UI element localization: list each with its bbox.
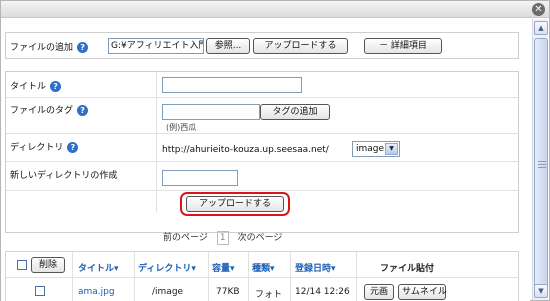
paste-original-button[interactable]: 元画 xyxy=(364,284,394,300)
row-checkbox[interactable] xyxy=(35,286,45,296)
tag-input[interactable] xyxy=(162,104,260,120)
grip-icon xyxy=(538,164,546,165)
help-icon[interactable]: ? xyxy=(77,105,89,116)
details-toggle-button[interactable]: － 詳細項目 xyxy=(364,38,442,54)
dialog-titlebar: ✕ xyxy=(1,1,549,18)
column-divider xyxy=(72,252,73,301)
directory-select[interactable]: image ▼ xyxy=(352,141,400,157)
column-divider xyxy=(156,72,157,212)
divider xyxy=(6,190,518,191)
column-header-paste: ファイル貼付 xyxy=(380,264,435,274)
column-header-size[interactable]: 容量▾ xyxy=(212,261,235,274)
divider xyxy=(6,161,518,162)
file-size: 77KB xyxy=(216,287,240,297)
column-header-directory[interactable]: ディレクトリ▾ xyxy=(138,261,196,274)
header-divider xyxy=(6,277,518,278)
pagination: 前のページ 1 次のページ xyxy=(163,230,282,245)
new-directory-label: 新しいディレクトリの作成 xyxy=(10,171,118,181)
scroll-down-icon[interactable]: ▼ xyxy=(534,284,548,298)
dialog-content: ファイルの追加? G:¥アフィリエイト入門¥ 参照... アップロードする － … xyxy=(1,19,530,301)
column-divider xyxy=(356,252,357,301)
column-header-title[interactable]: タイトル▾ xyxy=(78,261,119,274)
file-table: 削除 タイトル▾ ディレクトリ▾ 容量▾ 種類▾ 登録日時▾ ファイル貼付 am… xyxy=(5,251,519,301)
scrollbar-thumb[interactable] xyxy=(534,38,548,290)
column-header-date[interactable]: 登録日時▾ xyxy=(295,261,336,274)
grip-icon xyxy=(538,161,546,162)
directory-base-url: http://ahurieito-kouza.up.seesaa.net/ xyxy=(162,145,329,155)
divider xyxy=(6,97,518,98)
column-divider xyxy=(208,252,209,301)
file-type: フォト xyxy=(255,290,283,300)
divider xyxy=(6,133,518,134)
column-divider xyxy=(134,252,135,301)
file-date: 12/14 12:26 xyxy=(295,287,350,297)
scroll-up-icon[interactable]: ▲ xyxy=(534,21,548,35)
vertical-scrollbar[interactable]: ▲ ▼ xyxy=(532,19,548,300)
browse-button[interactable]: 参照... xyxy=(206,38,250,54)
directory-label: ディレクトリ? xyxy=(10,140,79,153)
file-path-field[interactable]: G:¥アフィリエイト入門¥ xyxy=(108,38,204,54)
help-icon[interactable]: ? xyxy=(77,42,89,53)
upload-dialog: ✕ ファイルの追加? G:¥アフィリエイト入門¥ 参照... アップロードする … xyxy=(0,0,550,301)
title-input[interactable] xyxy=(162,77,302,93)
chevron-down-icon[interactable]: ▼ xyxy=(385,143,398,155)
file-title-link[interactable]: ama.jpg xyxy=(78,287,115,297)
help-icon[interactable]: ? xyxy=(50,81,62,92)
add-tag-button[interactable]: タグの追加 xyxy=(260,104,330,120)
file-add-panel: ファイルの追加? G:¥アフィリエイト入門¥ 参照... アップロードする － … xyxy=(5,32,519,59)
select-all-checkbox[interactable] xyxy=(17,260,27,270)
file-directory: /image xyxy=(152,287,184,297)
delete-button[interactable]: 削除 xyxy=(31,257,65,273)
new-directory-input[interactable] xyxy=(162,170,238,186)
current-page: 1 xyxy=(216,230,229,245)
help-icon[interactable]: ? xyxy=(67,142,79,153)
paste-thumbnail-button[interactable]: サムネイル xyxy=(398,284,447,300)
directory-select-value: image xyxy=(356,144,385,154)
column-divider xyxy=(290,252,291,301)
next-page-link[interactable]: 次のページ xyxy=(238,233,283,243)
upload-top-button[interactable]: アップロードする xyxy=(253,38,348,54)
upload-options-panel: タイトル? ファイルのタグ? タグの追加 (例)西瓜 ディレクトリ? http:… xyxy=(5,71,519,233)
upload-submit-button[interactable]: アップロードする xyxy=(186,196,284,212)
title-label: タイトル? xyxy=(10,79,62,92)
grip-icon xyxy=(538,167,546,168)
tag-example-text: (例)西瓜 xyxy=(166,123,197,132)
close-icon[interactable]: ✕ xyxy=(532,3,545,16)
file-tags-label: ファイルのタグ? xyxy=(10,103,89,116)
file-add-label: ファイルの追加? xyxy=(10,40,89,53)
column-divider xyxy=(248,252,249,301)
column-header-type[interactable]: 種類▾ xyxy=(252,261,275,274)
prev-page-link[interactable]: 前のページ xyxy=(163,233,208,243)
